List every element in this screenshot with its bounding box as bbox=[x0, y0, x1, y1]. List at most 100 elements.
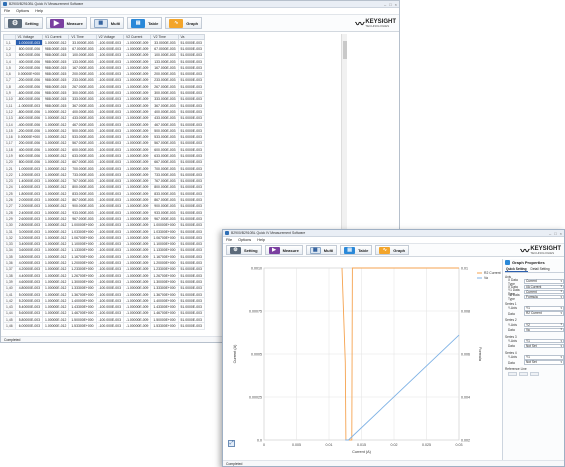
zoom-icon[interactable]: ⤢ bbox=[228, 440, 235, 447]
property-select[interactable]: Not Set bbox=[524, 344, 564, 349]
property-select[interactable]: Y1 bbox=[524, 338, 564, 343]
table-cell[interactable]: -100.000E-003 bbox=[95, 322, 124, 330]
y-tick-label: 0.0010 bbox=[251, 266, 262, 270]
property-select[interactable]: Y1 bbox=[524, 306, 564, 311]
table-cell[interactable]: 51.0000E-003 bbox=[177, 322, 205, 330]
property-select[interactable]: Formula bbox=[524, 294, 564, 300]
status-bar: Completed bbox=[223, 460, 564, 466]
scrollbar-thumb[interactable] bbox=[343, 41, 347, 59]
property-row: Data Not Set bbox=[508, 360, 564, 365]
multi-button[interactable]: ▦ Multi bbox=[305, 245, 338, 255]
table-row[interactable]: 1,46 6.00000E-003 1.00000E-012 1.53300E+000… bbox=[3, 322, 205, 330]
graph-label: Graph bbox=[186, 20, 199, 26]
property-label: Data bbox=[508, 344, 515, 349]
menu-help[interactable]: Help bbox=[257, 238, 265, 242]
close-icon[interactable]: × bbox=[560, 231, 562, 236]
property-select[interactable]: Y2 bbox=[524, 322, 564, 327]
tab-quick-setting[interactable]: Quick Setting bbox=[505, 267, 528, 272]
property-label: Y-Axis bbox=[508, 339, 517, 344]
toolbar: ⚙ Setting ▶ Measure ▦ Multi ▤ Table ∿ Gr… bbox=[1, 15, 399, 32]
graph-properties-title: Graph Properties bbox=[512, 260, 545, 265]
property-select[interactable]: Current bbox=[524, 289, 564, 294]
graph-properties-icon bbox=[505, 260, 510, 265]
title-bar: B2900/B2910BL Quick IV Measurement Softw… bbox=[1, 1, 399, 8]
multi-icon: ▦ bbox=[309, 246, 321, 254]
property-select[interactable]: R2 Current bbox=[524, 311, 564, 316]
x-tick-label: 0.005 bbox=[292, 443, 301, 447]
property-select[interactable]: Current bbox=[524, 279, 564, 284]
property-row: Y-Axis Y2 bbox=[508, 322, 564, 327]
logo-sub: TECHNOLOGIES bbox=[530, 250, 555, 255]
property-label: Y2 Data Type bbox=[508, 293, 520, 302]
measure-button[interactable]: ▶ Measure bbox=[45, 17, 87, 29]
multi-label: Multi bbox=[110, 20, 121, 26]
row-number[interactable]: 1,46 bbox=[3, 322, 16, 330]
x-tick-label: 0.025 bbox=[422, 443, 431, 447]
table-button[interactable]: ▤ Table bbox=[340, 245, 373, 255]
graph-button[interactable]: ∿ Graph bbox=[165, 17, 203, 29]
measure-label: Measure bbox=[66, 20, 83, 26]
table-cell[interactable]: 6.00000E-003 bbox=[14, 322, 44, 330]
menu-options[interactable]: Options bbox=[16, 9, 29, 13]
y2-axis-label: Formula bbox=[478, 347, 482, 362]
minimize-icon[interactable]: – bbox=[549, 231, 551, 236]
property-select[interactable]: Va bbox=[524, 327, 564, 332]
table-cell[interactable]: 1.53300E+000 bbox=[68, 322, 97, 330]
play-icon: ▶ bbox=[49, 18, 64, 28]
keysight-logo: 〰 KEYSIGHT TECHNOLOGIES bbox=[520, 244, 561, 257]
property-label: Y-Axis bbox=[508, 322, 517, 327]
x-axis-label: Current (A) bbox=[352, 450, 372, 454]
table-icon: ▤ bbox=[344, 246, 356, 254]
minimize-icon[interactable]: – bbox=[384, 2, 386, 7]
app-icon bbox=[3, 2, 7, 6]
y-axis-label: Current (A) bbox=[233, 344, 237, 364]
x-tick-label: 0.02 bbox=[391, 443, 398, 447]
multi-label: Multi bbox=[323, 247, 334, 253]
maximize-icon[interactable]: □ bbox=[554, 231, 556, 236]
keysight-wave-icon: 〰 bbox=[355, 18, 364, 29]
property-row: Y-Axis Y1 bbox=[508, 355, 564, 360]
property-row: Y-Axis Y1 bbox=[508, 306, 564, 311]
measure-label: Measure bbox=[282, 247, 299, 253]
graph-button[interactable]: ∿ Graph bbox=[375, 245, 410, 255]
x-tick-label: 0.03 bbox=[456, 443, 463, 447]
close-icon[interactable]: × bbox=[395, 2, 397, 7]
reference-line-button[interactable] bbox=[530, 372, 539, 377]
setting-button[interactable]: ⚙ Setting bbox=[226, 245, 262, 255]
property-row: X Data Type Current bbox=[508, 278, 564, 286]
legend-label: Va bbox=[484, 276, 488, 280]
property-select[interactable]: Not Set bbox=[524, 360, 564, 365]
title-bar: B2900/B2910BL Quick IV Measurement Softw… bbox=[223, 230, 564, 237]
table-label: Table bbox=[148, 20, 159, 26]
graph-properties-header: Graph Properties bbox=[505, 260, 564, 265]
measure-button[interactable]: ▶ Measure bbox=[264, 245, 303, 255]
multi-button[interactable]: ▦ Multi bbox=[89, 17, 125, 29]
menu-help[interactable]: Help bbox=[35, 9, 43, 13]
reference-line-button[interactable] bbox=[508, 372, 517, 377]
maximize-icon[interactable]: □ bbox=[389, 2, 391, 7]
reference-line-controls bbox=[508, 372, 564, 377]
table-cell[interactable]: 1.00000E-012 bbox=[42, 322, 70, 330]
y-tick-label: 0.0 bbox=[257, 438, 262, 442]
reference-line-button[interactable] bbox=[519, 372, 528, 377]
property-select[interactable]: Y1 bbox=[524, 355, 564, 360]
reference-line-title: Reference Line bbox=[505, 367, 527, 372]
property-label: Y-Axis bbox=[508, 306, 517, 311]
data-table: V1 Voltage V1 Current V1 Time V2 Voltage V2 … bbox=[3, 34, 205, 330]
property-select[interactable]: I/A Current bbox=[524, 284, 564, 289]
setting-button[interactable]: ⚙ Setting bbox=[4, 17, 43, 29]
tab-detail-setting[interactable]: Detail Setting bbox=[530, 267, 551, 272]
menu-file[interactable]: File bbox=[4, 9, 10, 13]
property-row: Y-Axis Y1 bbox=[508, 338, 564, 344]
menu-file[interactable]: File bbox=[226, 238, 232, 242]
table-button[interactable]: ▤ Table bbox=[127, 17, 163, 29]
y2-tick-label: 0.008 bbox=[461, 309, 470, 313]
table-label: Table bbox=[358, 247, 369, 253]
property-row: Data R2 Current bbox=[508, 311, 564, 316]
menu-options[interactable]: Options bbox=[238, 238, 251, 242]
y2-tick-label: 0.01 bbox=[461, 266, 468, 270]
table-cell[interactable]: -1.00000E-009 bbox=[122, 322, 152, 330]
multi-icon: ▦ bbox=[93, 18, 108, 28]
table-cell[interactable]: 1.53300E+000 bbox=[150, 322, 179, 330]
y-tick-label: 0.00075 bbox=[249, 309, 262, 313]
